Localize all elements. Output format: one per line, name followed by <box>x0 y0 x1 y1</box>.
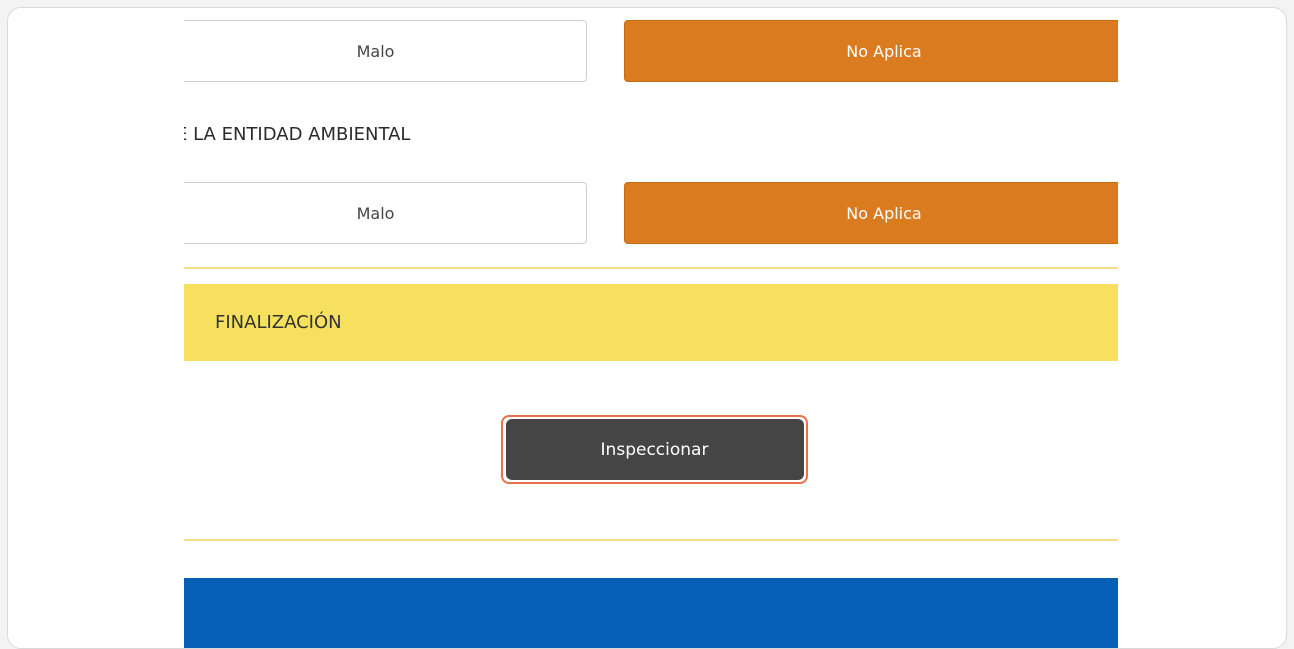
screenshot-frame: Malo No Aplica E LA ENTIDAD AMBIENTAL Ma… <box>7 7 1287 649</box>
option-noaplica-2-label: No Aplica <box>846 203 922 223</box>
option-noaplica-2[interactable]: No Aplica <box>624 182 1118 244</box>
finalizacion-title: FINALIZACIÓN <box>215 312 342 333</box>
option-noaplica-1-label: No Aplica <box>846 41 922 61</box>
inspect-button-focus-ring: Inspeccionar <box>501 415 808 484</box>
option-malo-1-label: Malo <box>356 41 395 61</box>
divider-top <box>184 267 1118 269</box>
inspect-button[interactable]: Inspeccionar <box>505 419 804 480</box>
divider-bottom <box>184 539 1118 541</box>
option-malo-2[interactable]: Malo <box>184 182 587 244</box>
option-noaplica-1[interactable]: No Aplica <box>624 20 1118 82</box>
finalizacion-header: FINALIZACIÓN <box>184 284 1118 361</box>
option-malo-1[interactable]: Malo <box>184 20 587 82</box>
form-content: Malo No Aplica E LA ENTIDAD AMBIENTAL Ma… <box>184 8 1118 648</box>
section-label-entidad-ambiental: E LA ENTIDAD AMBIENTAL <box>184 124 411 145</box>
option-malo-2-label: Malo <box>356 203 395 223</box>
footer-bar <box>184 578 1118 648</box>
